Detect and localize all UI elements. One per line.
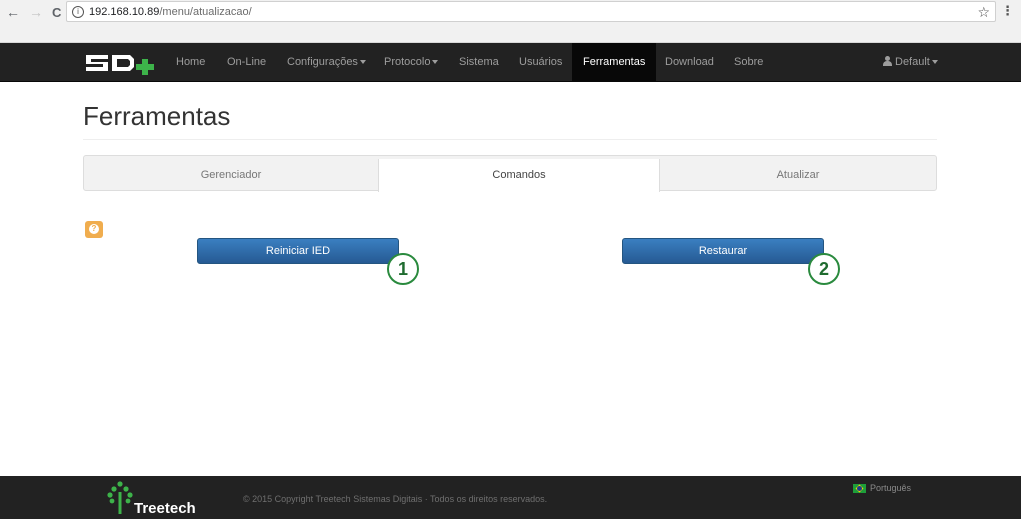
address-bar[interactable]: i 192.168.10.89/menu/atualizacao/ ☆ [66,1,996,22]
browser-menu-icon[interactable]: ⋮ [1001,3,1014,19]
nav-download[interactable]: Download [654,43,725,81]
brazil-flag-icon [853,483,866,493]
nav-online[interactable]: On-Line [216,43,277,81]
user-icon [883,56,892,66]
tab-comandos[interactable]: Comandos [378,159,660,192]
nav-protocolo-label: Protocolo [384,56,431,68]
title-divider [83,139,937,140]
nav-sobre[interactable]: Sobre [723,43,774,81]
nav-usuarios[interactable]: Usuários [508,43,573,81]
tab-gerenciador[interactable]: Gerenciador [84,156,378,190]
browser-toolbar: ← → C i 192.168.10.89/menu/atualizacao/ … [0,0,1021,43]
nav-configuracoes-label: Configurações [287,56,358,68]
chevron-down-icon [359,60,366,65]
info-icon[interactable]: i [72,5,84,18]
help-icon[interactable]: ? [85,221,103,238]
bookmark-star-icon[interactable]: ☆ [977,4,990,21]
nav-protocolo[interactable]: Protocolo [373,43,449,81]
url-path: /menu/atualizacao/ [159,5,252,18]
user-menu[interactable]: Default [872,43,949,81]
sd-plus-logo[interactable] [84,51,162,77]
tab-atualizar[interactable]: Atualizar [660,156,936,190]
browser-nav-buttons: ← → C [6,3,61,21]
language-selector[interactable]: Português [853,483,911,493]
chevron-down-icon [432,60,439,65]
treetech-brand: Treetech [134,500,196,517]
chevron-down-icon [931,60,938,65]
forward-arrow-icon: → [29,4,43,20]
restart-ied-button[interactable]: Reiniciar IED [197,238,399,264]
back-arrow-icon[interactable]: ← [6,4,20,20]
tools-tabs: Gerenciador Comandos Atualizar [83,155,937,192]
callout-marker-2: 2 [808,253,840,285]
nav-sistema[interactable]: Sistema [448,43,510,81]
copyright-text: © 2015 Copyright Treetech Sistemas Digit… [243,494,548,504]
restore-button[interactable]: Restaurar [622,238,824,264]
url-host: 192.168.10.89 [89,5,160,18]
language-label: Português [870,483,912,493]
nav-home[interactable]: Home [165,43,216,81]
callout-marker-1: 1 [387,253,419,285]
top-navbar: Home On-Line Configurações Protocolo Sis… [0,43,1021,82]
nav-configuracoes[interactable]: Configurações [276,43,377,81]
nav-ferramentas[interactable]: Ferramentas [572,43,657,81]
reload-icon[interactable]: C [52,5,61,20]
page-title: Ferramentas [83,101,231,131]
user-menu-label: Default [895,56,930,68]
help-symbol: ? [91,224,97,233]
